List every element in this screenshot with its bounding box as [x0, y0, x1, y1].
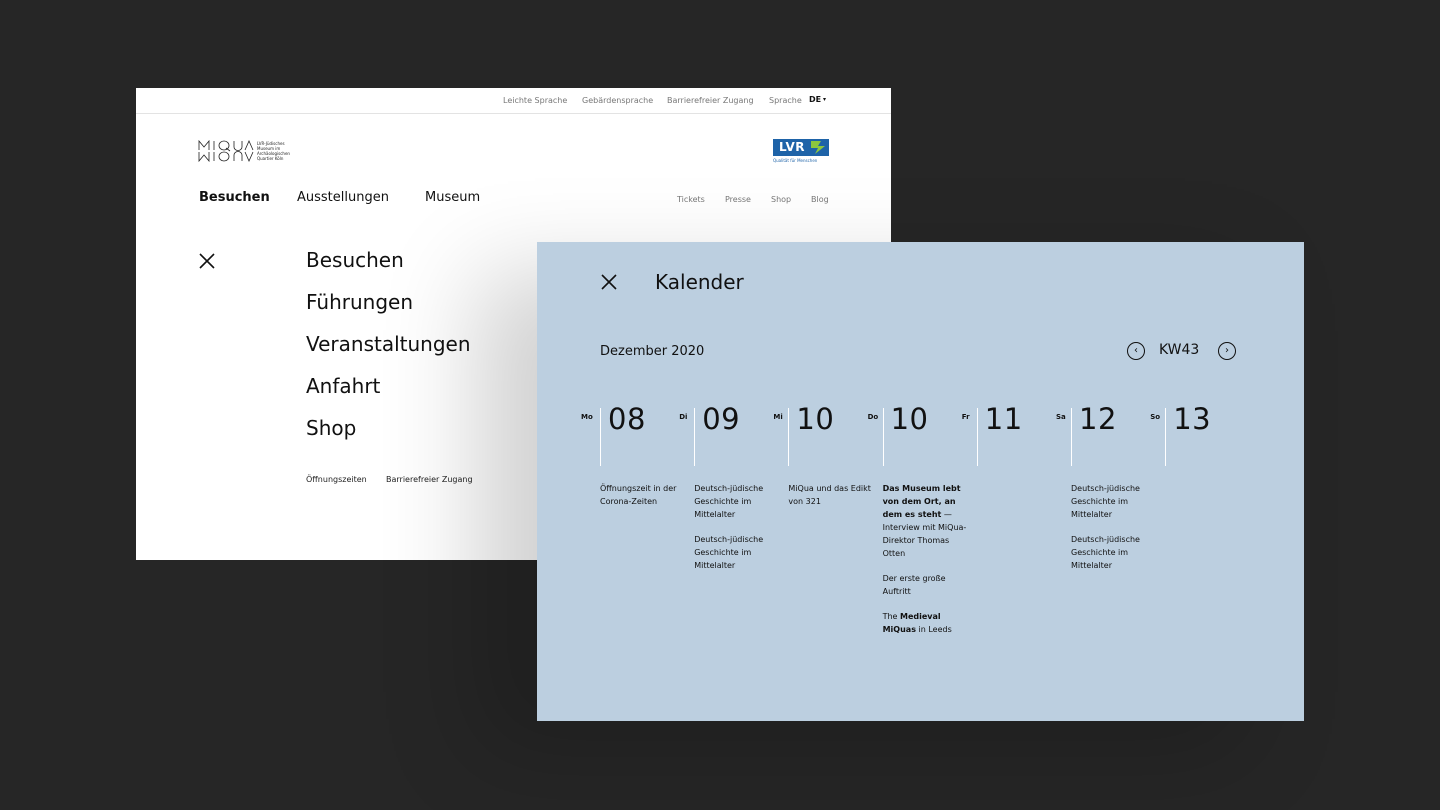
nav-besuchen[interactable]: Besuchen: [199, 190, 270, 205]
lvr-logo-subtitle: Qualität für Menschen: [773, 158, 818, 163]
day-abbr: So: [1150, 413, 1161, 421]
calendar-event[interactable]: Der erste große Auftritt: [883, 572, 967, 598]
calendar-event[interactable]: Öffnungszeit in der Corona-Zeiten: [600, 482, 684, 508]
menu-link-opening-hours[interactable]: Öffnungszeiten: [306, 475, 367, 484]
language-selector[interactable]: DE: [809, 95, 821, 104]
day-abbr: Fr: [961, 413, 970, 421]
event-text: Der erste große Auftritt: [882, 574, 946, 596]
day-number: 13: [1173, 402, 1212, 436]
week-label: KW43: [1159, 342, 1200, 358]
nav-blog[interactable]: Blog: [811, 195, 829, 204]
event-text: Deutsch-jüdische Geschichte im Mittelalt…: [1071, 535, 1140, 570]
menu-item-fuehrungen[interactable]: Führungen: [306, 290, 413, 314]
day-events: Öffnungszeit in der Corona-Zeiten: [600, 482, 684, 520]
calendar-event[interactable]: Deutsch-jüdische Geschichte im Mittelalt…: [694, 533, 778, 572]
day-abbr: Di: [679, 413, 688, 421]
event-text: in Leeds: [915, 625, 952, 634]
day-events: Das Museum lebt von dem Ort, an dem es s…: [883, 482, 967, 648]
event-text: Deutsch-jüdische Geschichte im Mittelalt…: [694, 484, 764, 519]
language-label: Sprache: [769, 96, 802, 105]
menu-link-accessibility[interactable]: Barrierefreier Zugang: [386, 475, 473, 484]
day-divider: [976, 408, 978, 466]
close-icon[interactable]: [198, 252, 216, 270]
calendar-event[interactable]: The Medieval MiQuas in Leeds: [883, 610, 967, 636]
day-divider: [1165, 408, 1167, 466]
event-text: Deutsch-jüdische Geschichte im Mittelalt…: [1071, 484, 1140, 519]
day-number: 10: [796, 402, 835, 436]
event-text: Deutsch-jüdische Geschichte im Mittelalt…: [694, 535, 764, 570]
calendar-panel: Kalender Dezember 2020 ‹ KW43 › Mo 08 Öffn…: [537, 242, 1304, 721]
menu-item-besuchen[interactable]: Besuchen: [306, 248, 404, 272]
day-divider: [694, 408, 696, 466]
utility-bar: Leichte Sprache Gebärdensprache Barriere…: [136, 88, 891, 114]
day-abbr: Mi: [773, 413, 783, 421]
lvr-logo[interactable]: LVR Qualität für Menschen: [773, 139, 829, 163]
lvr-logo-text: LVR: [773, 139, 811, 156]
nav-museum[interactable]: Museum: [425, 190, 480, 205]
day-events: Deutsch-jüdische Geschichte im Mittelalt…: [1071, 482, 1155, 584]
menu-item-anfahrt[interactable]: Anfahrt: [306, 374, 380, 398]
day-events: Deutsch-jüdische Geschichte im Mittelalt…: [694, 482, 778, 584]
day-abbr: Mo: [581, 413, 593, 421]
menu-item-veranstaltungen[interactable]: Veranstaltungen: [306, 332, 471, 356]
calendar-month: Dezember 2020: [600, 344, 705, 359]
logo-claim: LVR-Jüdisches Museum im Archäologischen …: [257, 141, 302, 161]
day-number: 09: [702, 402, 741, 436]
nav-presse[interactable]: Presse: [725, 195, 751, 204]
nav-ausstellungen[interactable]: Ausstellungen: [297, 190, 389, 205]
day-number: 12: [1079, 402, 1117, 436]
logo-claim-line: Quartier Köln: [257, 156, 284, 161]
caret-down-icon[interactable]: ▾: [823, 96, 826, 103]
day-events: MiQua und das Edikt von 321: [788, 482, 872, 520]
day-abbr: Do: [867, 413, 879, 421]
miqua-logo[interactable]: LVR-Jüdisches Museum im Archäologischen …: [198, 140, 298, 164]
calendar-event[interactable]: Das Museum lebt von dem Ort, an dem es s…: [883, 482, 967, 560]
day-number: 08: [608, 402, 646, 436]
lvr-figure-icon: [809, 139, 829, 156]
event-text: Öffnungszeit in der Corona-Zeiten: [600, 484, 677, 506]
calendar-title: Kalender: [655, 270, 744, 294]
easy-language-link[interactable]: Leichte Sprache: [503, 96, 567, 105]
nav-tickets[interactable]: Tickets: [677, 195, 705, 204]
nav-shop[interactable]: Shop: [771, 195, 791, 204]
event-text: MiQua und das Edikt von 321: [788, 484, 871, 506]
day-divider: [882, 408, 884, 466]
menu-item-shop[interactable]: Shop: [306, 416, 356, 440]
calendar-event[interactable]: Deutsch-jüdische Geschichte im Mittelalt…: [694, 482, 778, 521]
accessibility-link[interactable]: Barrierefreier Zugang: [667, 96, 754, 105]
calendar-event[interactable]: MiQua und das Edikt von 321: [788, 482, 872, 508]
close-icon[interactable]: [600, 273, 618, 291]
day-number: 10: [890, 402, 929, 436]
sign-language-link[interactable]: Gebärdensprache: [582, 96, 653, 105]
day-number: 11: [984, 402, 1023, 436]
miqua-wordmark-icon: [198, 140, 254, 162]
calendar-event[interactable]: Deutsch-jüdische Geschichte im Mittelalt…: [1071, 482, 1155, 521]
chevron-right-icon[interactable]: ›: [1218, 342, 1236, 360]
day-divider: [1071, 408, 1072, 466]
calendar-event[interactable]: Deutsch-jüdische Geschichte im Mittelalt…: [1071, 533, 1155, 572]
event-text: The: [882, 612, 901, 621]
day-divider: [600, 408, 601, 466]
day-divider: [788, 408, 790, 466]
day-abbr: Sa: [1056, 413, 1066, 421]
chevron-left-icon[interactable]: ‹: [1127, 342, 1145, 360]
